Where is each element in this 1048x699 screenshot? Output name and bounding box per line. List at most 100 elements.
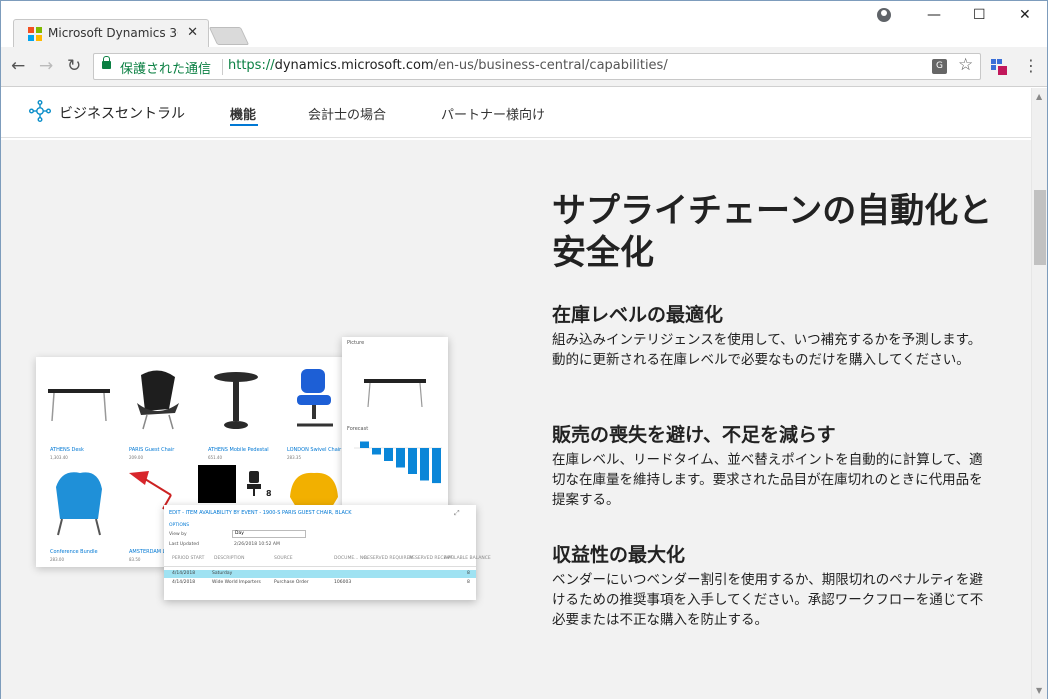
forecast-label: Forecast xyxy=(347,426,369,432)
site-nav: ビジネスセントラル 機能 会計士の場合 パートナー様向け xyxy=(1,88,1031,138)
tab-close-icon[interactable]: ✕ xyxy=(187,25,198,40)
browser-tab[interactable]: Microsoft Dynamics 365 ✕ xyxy=(13,19,209,48)
product-name: PARIS Guest Chair xyxy=(129,447,175,453)
new-tab-button[interactable] xyxy=(208,27,250,45)
view-by-select[interactable]: Day xyxy=(232,530,306,538)
item-count-badge: 8 xyxy=(266,489,272,498)
url-text[interactable]: https://dynamics.microsoft.com/en-us/bus… xyxy=(228,58,668,73)
picture-label: Picture xyxy=(347,340,365,346)
table-cell: 8 xyxy=(467,571,470,576)
product-price: 283.35 xyxy=(287,455,301,460)
forecast-bar xyxy=(372,448,381,455)
product-name: ATHENS Desk xyxy=(50,447,84,453)
extension-icon[interactable] xyxy=(991,59,1007,75)
product-price: 651.40 xyxy=(208,455,222,460)
brand-name[interactable]: ビジネスセントラル xyxy=(59,103,185,123)
nav-link-features[interactable]: 機能 xyxy=(230,104,256,123)
column-header: PERIOD START xyxy=(172,556,205,561)
feature-heading: 販売の喪失を避け、不足を減らす xyxy=(552,424,836,446)
window-close-icon[interactable]: ✕ xyxy=(1019,7,1031,23)
lock-icon xyxy=(102,56,111,69)
table-row[interactable]: 4/14/2018 Saturday 8 xyxy=(164,570,476,578)
address-bar[interactable]: 保護された通信 https://dynamics.microsoft.com/e… xyxy=(93,53,981,80)
table-cell: 4/14/2018 xyxy=(172,580,196,585)
nav-link-partners[interactable]: パートナー様向け xyxy=(441,104,545,123)
browser-tabstrip: Microsoft Dynamics 365 ✕ — ☐ ✕ xyxy=(1,1,1047,48)
availability-title: EDIT - ITEM AVAILABILITY BY EVENT - 1900… xyxy=(169,510,352,516)
back-icon[interactable]: ← xyxy=(11,56,25,76)
menu-icon[interactable]: ⋮ xyxy=(1023,56,1039,75)
product-name: Conference Bundle xyxy=(50,549,98,555)
omnibox-divider xyxy=(222,59,223,75)
table-cell: 4/14/2018 xyxy=(172,571,196,576)
expand-icon[interactable]: ⤢ xyxy=(454,509,460,518)
forecast-bar xyxy=(384,448,393,461)
browser-toolbar: ← → ↻ 保護された通信 https://dynamics.microsoft… xyxy=(1,47,1047,87)
product-price: 1,303.40 xyxy=(50,455,68,460)
microsoft-logo-icon xyxy=(28,27,42,41)
url-domain: dynamics.microsoft.com xyxy=(274,58,434,73)
view-by-label: View by xyxy=(169,532,187,537)
scroll-down-icon[interactable]: ▼ xyxy=(1036,686,1042,695)
section-title: サプライチェーンの自動化と安全化 xyxy=(552,191,993,273)
feature-heading: 収益性の最大化 xyxy=(552,544,686,566)
reload-icon[interactable]: ↻ xyxy=(67,56,81,76)
product-name: LONDON Swivel Chair xyxy=(287,447,342,453)
page-viewport: ビジネスセントラル 機能 会計士の場合 パートナー様向け ATHENS Desk… xyxy=(1,88,1031,699)
feature-body: ベンダーにいつベンダー割引を使用するか、期限切れのペナルティを避けるための推奨事… xyxy=(552,572,984,628)
table-cell: Purchase Order xyxy=(274,580,309,585)
feature-heading: 在庫レベルの最適化 xyxy=(552,304,724,326)
options-label: OPTIONS xyxy=(169,523,190,528)
forecast-bar xyxy=(408,448,417,474)
table-cell: Saturday xyxy=(212,571,233,576)
table-cell: 8 xyxy=(467,580,470,585)
minimize-icon[interactable]: — xyxy=(927,7,941,23)
forecast-bar xyxy=(360,441,369,448)
scroll-up-icon[interactable]: ▲ xyxy=(1036,92,1042,101)
capabilities-section: ATHENS Desk 1,303.40 PARIS Guest Chair 2… xyxy=(1,140,1031,699)
column-header: AVAILABLE BALANCE xyxy=(444,556,491,561)
office-chair-thumbnail-image xyxy=(247,471,261,496)
view-by-value: Day xyxy=(235,531,244,536)
forecast-bar xyxy=(420,448,429,481)
desk-image xyxy=(48,389,110,422)
feature-body: 在庫レベル、リードタイム、並べ替えポイントを自動的に計算して、適切な在庫量を維持… xyxy=(552,452,983,508)
translate-icon[interactable]: G xyxy=(932,59,947,74)
pedestal-table-image xyxy=(214,372,258,429)
column-header: DESCRIPTION xyxy=(214,556,245,561)
product-price: 283.00 xyxy=(50,557,64,562)
lounge-chair-image xyxy=(137,370,179,430)
table-row[interactable]: 4/14/2018 Wide World Importers Purchase … xyxy=(164,579,476,587)
product-tile: Conference Bundle 283.00 xyxy=(40,465,116,565)
active-nav-indicator xyxy=(230,124,258,126)
product-name: ATHENS Mobile Pedestal xyxy=(208,447,269,453)
star-icon[interactable]: ☆ xyxy=(958,55,973,75)
scrollbar-thumb[interactable] xyxy=(1034,190,1046,265)
forward-icon[interactable]: → xyxy=(39,56,53,76)
url-scheme: https:// xyxy=(228,58,275,73)
page-scrollbar[interactable]: ▲ ▼ xyxy=(1031,88,1047,699)
product-price: 209.00 xyxy=(129,455,143,460)
armchair-image xyxy=(56,472,102,536)
product-tile: PARIS Guest Chair 209.00 xyxy=(119,363,195,463)
table-cell: Wide World Importers xyxy=(212,580,261,585)
availability-header-row: PERIOD START DESCRIPTION SOURCE DOCUME..… xyxy=(164,555,491,567)
item-availability-panel: EDIT - ITEM AVAILABILITY BY EVENT - 1900… xyxy=(164,505,491,600)
feature-body: 組み込みインテリジェンスを使用して、いつ補充するかを予測します。動的に更新される… xyxy=(552,332,982,368)
nav-link-accountants[interactable]: 会計士の場合 xyxy=(308,104,386,123)
profile-icon[interactable] xyxy=(877,8,891,22)
product-tile: ATHENS Desk 1,303.40 xyxy=(40,363,116,463)
tab-title: Microsoft Dynamics 365 xyxy=(48,26,178,40)
business-central-logo-icon xyxy=(29,100,51,122)
desk-picture-image xyxy=(364,379,426,408)
last-updated-label: Last Updated xyxy=(169,542,199,547)
maximize-icon[interactable]: ☐ xyxy=(973,7,986,23)
secure-label: 保護された通信 xyxy=(120,62,212,77)
column-header: SOURCE xyxy=(274,556,293,561)
forecast-bar xyxy=(396,448,405,468)
product-price: 83.50 xyxy=(129,557,141,562)
url-path: /en-us/business-central/capabilities/ xyxy=(433,58,668,73)
last-updated-value: 2/26/2018 10:52 AM xyxy=(234,542,280,547)
product-image-black xyxy=(198,465,236,503)
product-tile: ATHENS Mobile Pedestal 651.40 xyxy=(198,363,274,463)
